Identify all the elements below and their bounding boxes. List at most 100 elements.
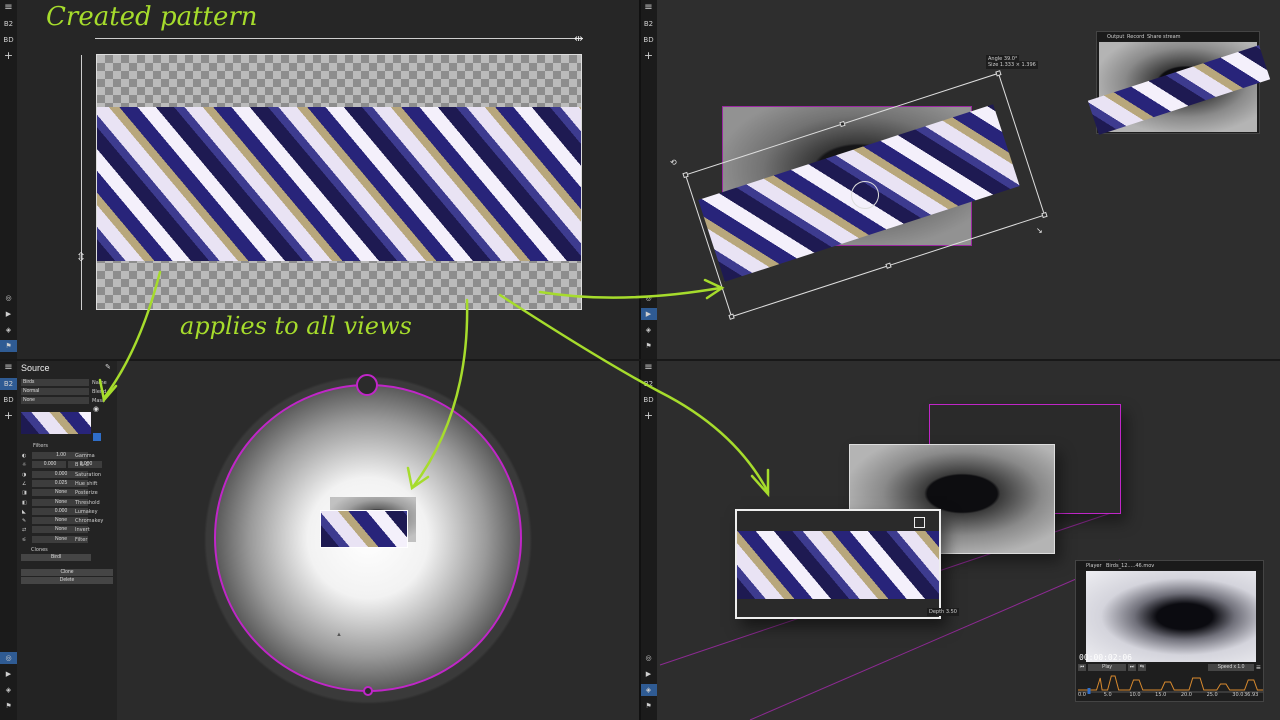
timeline-ticks: 0.0 5.0 10.0 15.0 20.0 25.0 30.0 36.93 [1078,692,1263,700]
target-icon[interactable]: ◎ [0,652,17,664]
geometry-canvas[interactable] [96,54,582,310]
eye-icon[interactable]: ◉ [93,405,99,413]
delete-button[interactable]: Delete [21,577,113,584]
filter-icon: ⇄ [22,527,27,534]
view-bd-button[interactable]: BD [640,34,657,46]
filter-icon: ◧ [22,499,27,506]
clone-button[interactable]: Clone [21,569,113,576]
video-icon[interactable]: ▶ [640,308,657,320]
menu-icon[interactable]: ≡ [1256,663,1261,672]
layers-icon[interactable]: ◈ [640,324,657,336]
filter-label: Posterize [75,490,98,497]
plus-icon[interactable]: + [0,50,17,62]
transform-handle[interactable] [885,262,892,269]
transform-handle[interactable] [995,70,1002,77]
target-icon[interactable]: ◎ [640,292,657,304]
source-thumbnail[interactable] [21,412,91,434]
name-label: Name [92,380,107,386]
step-button[interactable]: ⏭ [1128,664,1136,671]
timeline-tick-label: 36.93 [1244,692,1259,698]
target-icon[interactable]: ◎ [0,292,17,304]
transform-handle[interactable] [839,120,846,128]
ruler-scale-handle[interactable]: ⇹ [574,32,583,45]
view-transform: ≡ B2 BD + ◎ ▶ ◈ ⚑ Angle 39.0° Size 1.333… [640,0,1280,360]
output-label[interactable]: Output [1107,34,1124,40]
loop-button[interactable]: ⇆ [1138,664,1146,671]
view-rail-transform: ≡ B2 BD + ◎ ▶ ◈ ⚑ [640,0,657,360]
filter-label: Hue shift [75,480,98,487]
player-window[interactable]: Player Birds_12.....46.mov 00:00:02:06 ⏮… [1075,560,1264,702]
play-button[interactable]: Play [1088,664,1126,671]
mixing-source-pattern[interactable] [320,510,408,548]
filter-label: Filter [75,536,88,543]
ruler-vertical-handle[interactable]: ⇳ [76,250,86,264]
vertical-ruler [81,55,82,310]
center-rotation-handle[interactable] [847,177,883,213]
timeline-tick-label: 25.0 [1206,692,1218,698]
plus-icon[interactable]: + [640,50,657,62]
layer-pattern-frame[interactable] [735,509,941,619]
player-file-name: Birds_12.....46.mov [1106,563,1155,569]
output-preview-image [1087,42,1271,135]
view-layers: ≡ B2 BD + ◎ ▶ ◈ ⚑ Depth 3.50 Player Bird… [640,360,1280,720]
speed-curve[interactable] [1078,672,1263,694]
flag-icon[interactable]: ⚑ [0,700,17,712]
clone-item[interactable]: Birdl [21,554,91,561]
record-button[interactable]: Record [1127,34,1144,40]
filter-icon: ⚟ [22,536,27,543]
view-bd-button[interactable]: BD [0,34,17,46]
video-icon[interactable]: ▶ [0,308,17,320]
flag-icon[interactable]: ⚑ [0,340,17,352]
view-bd-button[interactable]: BD [0,394,17,406]
view-geometry: ≡ B2 BD + ◎ ▶ ◈ ⚑ ⇹ ⇳ Created pattern ap… [0,0,640,360]
scale-icon[interactable]: ↘ [1036,226,1043,235]
layers-icon[interactable]: ◈ [0,324,17,336]
filter-icon: ✎ [22,518,27,525]
filter-icon: ◣ [22,508,26,515]
layer-icon[interactable] [914,517,925,528]
mixing-bottom-handle[interactable] [363,686,373,696]
output-preview-window[interactable]: Output Record Share stream [1087,31,1271,135]
player-title: Player [1086,563,1102,569]
created-pattern-image [97,107,581,261]
pin-icon[interactable]: ✎ [105,363,111,371]
view-mixing: ≡ B2 BD + ◎ ▶ ◈ ⚑ Source ✎ Birds Name No… [0,360,640,720]
transform-handle[interactable] [728,313,735,320]
transform-handle[interactable] [1041,211,1048,219]
output-toolbar: Output Record Share stream [1097,32,1259,41]
name-field[interactable]: Birds [21,379,89,386]
separator-horizontal [0,359,1280,361]
rotate-icon[interactable]: ⟲ [670,158,677,167]
filter-label: Gamma [75,453,95,459]
menu-icon[interactable]: ≡ [0,362,17,374]
flag-icon[interactable]: ⚑ [640,340,657,352]
link-icon[interactable] [93,433,101,441]
layers-icon[interactable]: ◈ [0,684,17,696]
filter-icon: ◐ [22,453,27,459]
annotation-applies-to-all-views: applies to all views [180,312,412,340]
speed-control[interactable]: Speed x 1.0 [1208,664,1254,671]
filter-value-field[interactable]: 0.000 [32,461,66,469]
timeline-tick-label: 10.0 [1129,692,1141,698]
menu-icon[interactable]: ≡ [0,2,17,14]
view-b2-button[interactable]: B2 [0,378,17,390]
share-stream-button[interactable]: Share stream [1147,34,1181,40]
view-b2-button[interactable]: B2 [640,18,657,30]
filter-icon: ∠ [22,480,27,487]
timeline-tick-label: 5.0 [1103,692,1112,698]
menu-icon[interactable]: ≡ [640,2,657,14]
view-b2-button[interactable]: B2 [0,18,17,30]
mixing-top-handle[interactable] [356,374,378,396]
blend-select[interactable]: Normal [21,388,89,395]
mask-select[interactable]: None [21,397,89,404]
speed-curve-line [1078,675,1263,691]
mask-label: Mask [92,398,105,404]
plus-icon[interactable]: + [0,410,17,422]
transform-handle[interactable] [682,171,689,179]
video-icon[interactable]: ▶ [0,668,17,680]
mouse-cursor: ▲ [336,632,342,638]
filter-icon: ◨ [22,490,27,497]
player-video [1086,571,1256,662]
rewind-button[interactable]: ⏮ [1078,664,1086,671]
filter-label: Invert [75,527,90,534]
